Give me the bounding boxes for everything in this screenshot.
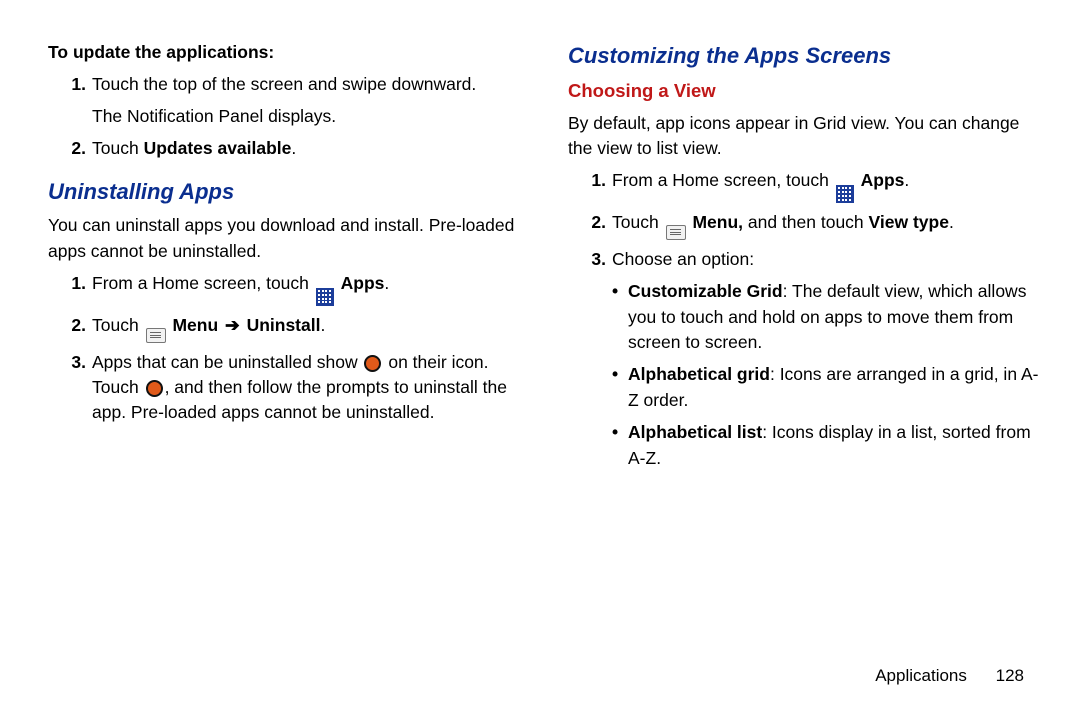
page-content: To update the applications: 1. Touch the…: [0, 0, 1080, 518]
page-footer: Applications 128: [875, 666, 1024, 686]
update-step-1: 1. Touch the top of the screen and swipe…: [92, 72, 520, 129]
update-heading: To update the applications:: [48, 40, 520, 65]
uninstalling-heading: Uninstalling Apps: [48, 176, 520, 208]
menu-icon: [666, 225, 686, 240]
choosing-view-heading: Choosing a View: [568, 78, 1040, 105]
option-customizable-grid: Customizable Grid: The default view, whi…: [612, 279, 1040, 355]
choosing-paragraph: By default, app icons appear in Grid vie…: [568, 111, 1040, 162]
uninstall-step-2: 2. Touch Menu ➔ Uninstall.: [92, 313, 520, 343]
choosing-steps: 1. From a Home screen, touch Apps. 2. To…: [594, 168, 1040, 471]
menu-label: Menu: [172, 315, 218, 335]
choosing-step-2: 2. Touch Menu, and then touch View type.: [612, 210, 1040, 240]
apps-grid-icon: [316, 288, 334, 306]
uninstall-step-1: 1. From a Home screen, touch Apps.: [92, 271, 520, 306]
right-column: Customizing the Apps Screens Choosing a …: [568, 40, 1040, 478]
apps-label: Apps: [341, 273, 385, 293]
update-steps: 1. Touch the top of the screen and swipe…: [74, 72, 520, 161]
step-text: Touch the top of the screen and swipe do…: [92, 74, 476, 94]
menu-icon: [146, 328, 166, 343]
left-column: To update the applications: 1. Touch the…: [48, 40, 520, 478]
choosing-step-1: 1. From a Home screen, touch Apps.: [612, 168, 1040, 203]
update-step-2: 2. Touch Updates available.: [92, 136, 520, 161]
apps-label: Apps: [861, 170, 905, 190]
step-subtext: The Notification Panel displays.: [92, 104, 520, 129]
page-number: 128: [996, 666, 1024, 685]
view-type-label: View type: [869, 212, 949, 232]
view-options: Customizable Grid: The default view, whi…: [612, 279, 1040, 471]
uninstall-paragraph: You can uninstall apps you download and …: [48, 213, 520, 264]
menu-label: Menu,: [692, 212, 743, 232]
uninstall-badge-icon: [146, 380, 163, 397]
apps-grid-icon: [836, 185, 854, 203]
customizing-heading: Customizing the Apps Screens: [568, 40, 1040, 72]
option-alphabetical-grid: Alphabetical grid: Icons are arranged in…: [612, 362, 1040, 413]
choosing-step-3: 3. Choose an option: Customizable Grid: …: [612, 247, 1040, 471]
uninstall-badge-icon: [364, 355, 381, 372]
step-text: Touch: [92, 138, 144, 158]
uninstall-step-3: 3. Apps that can be uninstalled show on …: [92, 350, 520, 426]
option-alphabetical-list: Alphabetical list: Icons display in a li…: [612, 420, 1040, 471]
arrow-icon: ➔: [225, 315, 240, 335]
uninstall-label: Uninstall: [247, 315, 321, 335]
updates-available-label: Updates available: [144, 138, 292, 158]
uninstall-steps: 1. From a Home screen, touch Apps. 2. To…: [74, 271, 520, 426]
section-label: Applications: [875, 666, 967, 685]
